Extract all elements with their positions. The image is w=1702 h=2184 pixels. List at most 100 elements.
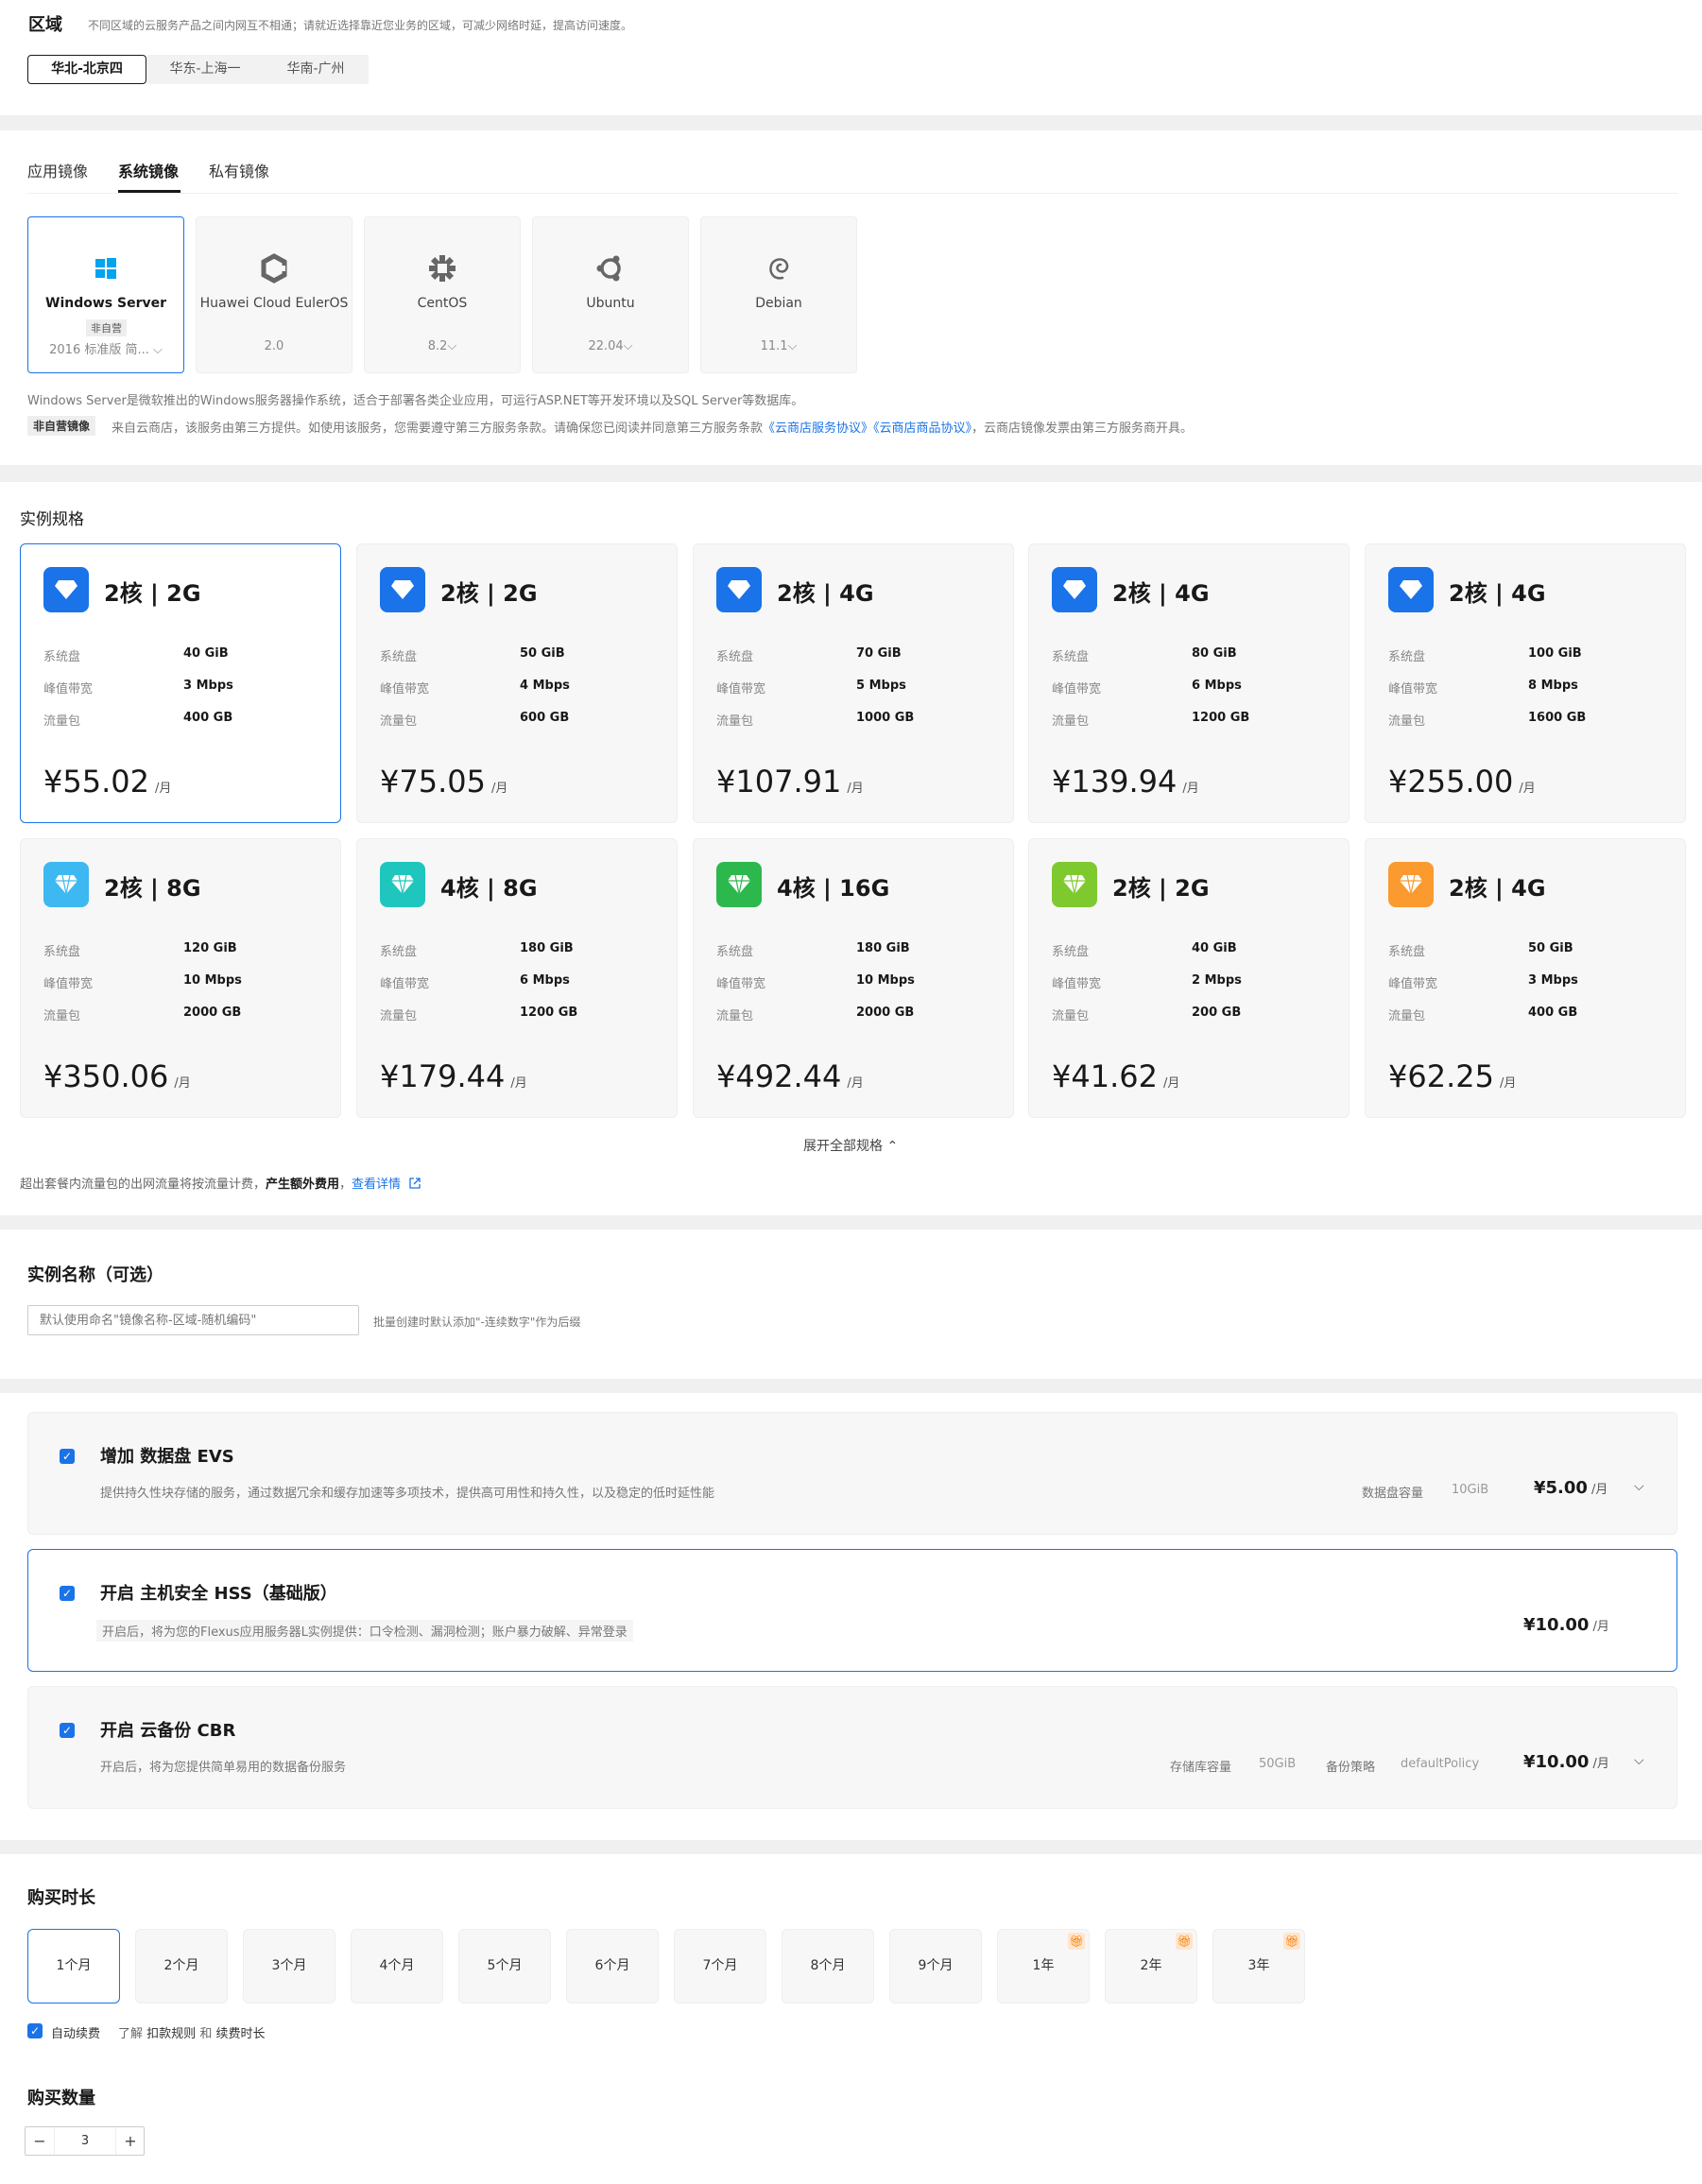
view-details-link[interactable]: 查看详情 [352, 1178, 401, 1192]
spec-value: 10 Mbps [856, 973, 915, 988]
os-version-select[interactable]: 22.04⌵ [533, 339, 688, 353]
learn-text: 了解 [118, 2027, 144, 2041]
price-value: ¥75.05 [380, 764, 486, 800]
os-version-select[interactable]: 8.2⌵ [365, 339, 520, 353]
os-version-select[interactable]: 2016 标准版 简... ⌵ [28, 339, 183, 357]
instance-name-input[interactable] [27, 1305, 359, 1335]
chevron-down-icon[interactable]: ⌵ [1634, 1753, 1644, 1768]
duration-option[interactable]: 3年 🎁︎ [1212, 1929, 1305, 2003]
spec-card[interactable]: 2核 | 4G 系统盘 80 GiB 峰值带宽 6 Mbps 流量包 1200 GB ¥139… [1028, 543, 1350, 823]
traffic-footnote: 超出套餐内流量包的出网流量将按流量计费，产生额外费用，查看详情 [20, 1174, 421, 1192]
addon-cbr[interactable]: ✓ 开启 云备份 CBR 开启后，将为您提供简单易用的数据备份服务 存储库容量 … [27, 1686, 1677, 1809]
duration-label: 3个月 [271, 1958, 307, 1973]
spec-label: 峰值带宽 [380, 682, 430, 696]
spec-card[interactable]: 2核 | 4G 系统盘 100 GiB 峰值带宽 8 Mbps 流量包 1600 GB ¥25… [1365, 543, 1686, 823]
spec-card[interactable]: 2核 | 8G 系统盘 120 GiB 峰值带宽 10 Mbps 流量包 2000 GB ¥3… [20, 838, 341, 1118]
os-card-euleros[interactable]: Huawei Cloud EulerOS 2.0 [196, 216, 352, 373]
spec-card[interactable]: 4核 | 16G 系统盘 180 GiB 峰值带宽 10 Mbps 流量包 2000 GB ¥… [693, 838, 1014, 1118]
os-name: Ubuntu [586, 296, 635, 311]
spec-value: 50 GiB [520, 646, 565, 661]
spec-value: 10 Mbps [183, 973, 242, 988]
spec-title: 2核 | 2G [104, 580, 201, 607]
external-link-icon[interactable] [408, 1177, 421, 1190]
os-card-windows[interactable]: Windows Server 非自营 2016 标准版 简... ⌵ [27, 216, 184, 373]
duration-label: 2年 [1140, 1958, 1162, 1973]
spec-title: 4核 | 16G [777, 875, 890, 902]
marketplace-product-agreement-link[interactable]: 《云商店商品协议》 [873, 421, 971, 436]
addon-meta-label: 存储库容量 [1170, 1761, 1232, 1775]
name-panel [0, 1230, 1702, 1379]
duration-label: 8个月 [810, 1958, 846, 1973]
spec-price: ¥62.25/月 [1388, 1058, 1516, 1094]
spec-title: 2核 | 4G [1112, 580, 1210, 607]
addon-meta-value: 10GiB [1452, 1483, 1489, 1497]
price-value: ¥255.00 [1388, 764, 1514, 800]
os-card-debian[interactable]: Debian 11.1⌵ [700, 216, 857, 373]
os-name: Debian [755, 296, 802, 311]
increment-button[interactable]: + [116, 2127, 145, 2155]
renew-duration-link[interactable]: 续费时长 [215, 2027, 265, 2041]
spec-value: 200 GB [1192, 1006, 1242, 1020]
duration-option[interactable]: 4个月 [351, 1929, 443, 2003]
tab-private-image[interactable]: 私有镜像 [209, 159, 269, 181]
addon-desc: 开启后，将为您提供简单易用的数据备份服务 [100, 1761, 347, 1775]
spec-card[interactable]: 2核 | 4G 系统盘 70 GiB 峰值带宽 5 Mbps 流量包 1000 GB ¥107… [693, 543, 1014, 823]
duration-label: 5个月 [487, 1958, 523, 1973]
spec-card[interactable]: 2核 | 2G 系统盘 40 GiB 峰值带宽 3 Mbps 流量包 400 GB ¥55.0… [20, 543, 341, 823]
tab-app-image[interactable]: 应用镜像 [27, 159, 88, 181]
third-party-notice: 来自云商店，该服务由第三方提供。如使用该服务，您需要遵守第三方服务条款。请确保您… [112, 418, 1193, 436]
auto-renew-checkbox[interactable]: ✓ [27, 2023, 43, 2038]
os-card-centos[interactable]: CentOS 8.2⌵ [364, 216, 521, 373]
spec-label: 系统盘 [43, 650, 81, 664]
marketplace-service-agreement-link[interactable]: 《云商店服务协议》 [763, 421, 873, 436]
duration-option[interactable]: 7个月 [674, 1929, 766, 2003]
duration-option[interactable]: 1个月 [27, 1929, 120, 2003]
os-card-ubuntu[interactable]: Ubuntu 22.04⌵ [532, 216, 689, 373]
evs-checkbox[interactable]: ✓ [60, 1449, 75, 1464]
addon-desc: 提供持久性块存储的服务，通过数据冗余和缓存加速等多项技术，提供高可用性和持久性，… [100, 1487, 715, 1501]
spec-card[interactable]: 2核 | 2G 系统盘 40 GiB 峰值带宽 2 Mbps 流量包 200 GB ¥41.6… [1028, 838, 1350, 1118]
region-option-beijing4[interactable]: 华北-北京四 [27, 55, 146, 84]
duration-option[interactable]: 2个月 [135, 1929, 228, 2003]
price-unit: /月 [174, 1076, 191, 1091]
spec-card[interactable]: 4核 | 8G 系统盘 180 GiB 峰值带宽 6 Mbps 流量包 1200 GB ¥17… [356, 838, 678, 1118]
addon-title: 开启 云备份 CBR [100, 1721, 236, 1741]
cbr-checkbox[interactable]: ✓ [60, 1723, 75, 1738]
duration-option[interactable]: 1年 🎁︎ [997, 1929, 1090, 2003]
duration-option[interactable]: 6个月 [566, 1929, 659, 2003]
billing-rule-link[interactable]: 扣款规则 [146, 2027, 196, 2041]
price-value: ¥10.00 [1523, 1752, 1590, 1772]
price-value: ¥179.44 [380, 1058, 506, 1094]
duration-option[interactable]: 2年 🎁︎ [1105, 1929, 1197, 2003]
duration-option[interactable]: 8个月 [782, 1929, 874, 2003]
addon-hss[interactable]: ✓ 开启 主机安全 HSS（基础版） 开启后，将为您的Flexus应用服务器L实… [27, 1549, 1677, 1672]
spec-card[interactable]: 2核 | 2G 系统盘 50 GiB 峰值带宽 4 Mbps 流量包 600 GB ¥75.0… [356, 543, 678, 823]
quantity-input[interactable]: 3 [54, 2127, 116, 2155]
duration-option[interactable]: 5个月 [458, 1929, 551, 2003]
expand-all-specs-button[interactable]: 展开全部规格 ⌃ [803, 1136, 898, 1155]
spec-value: 1200 GB [520, 1006, 578, 1020]
spec-label: 系统盘 [716, 945, 754, 959]
addon-evs[interactable]: ✓ 增加 数据盘 EVS 提供持久性块存储的服务，通过数据冗余和缓存加速等多项技… [27, 1412, 1677, 1535]
tab-active-indicator [118, 190, 181, 193]
spec-label: 系统盘 [1388, 650, 1426, 664]
decrement-button[interactable]: − [26, 2127, 54, 2155]
chevron-down-icon[interactable]: ⌵ [1634, 1479, 1644, 1494]
spec-title: 4核 | 8G [440, 875, 538, 902]
footnote-text: 超出套餐内流量包的出网流量将按流量计费， [20, 1178, 266, 1192]
duration-option[interactable]: 9个月 [889, 1929, 982, 2003]
duration-option[interactable]: 3个月 [243, 1929, 335, 2003]
quantity-stepper: − 3 + [25, 2126, 145, 2156]
tab-system-image[interactable]: 系统镜像 [118, 159, 179, 181]
region-option-shanghai1[interactable]: 华东-上海一 [147, 55, 263, 84]
gift-icon: 🎁︎ [1176, 1933, 1193, 1950]
spec-price: ¥139.94/月 [1052, 764, 1199, 800]
region-option-guangzhou[interactable]: 华南-广州 [263, 55, 369, 84]
diamond-icon [1388, 567, 1434, 612]
spec-value: 40 GiB [1192, 941, 1237, 955]
os-version-select[interactable]: 11.1⌵ [701, 339, 856, 353]
addon-desc: 开启后，将为您的Flexus应用服务器L实例提供：口令检测、漏洞检测；账户暴力破… [96, 1620, 633, 1642]
spec-value: 600 GB [520, 711, 570, 725]
hss-checkbox[interactable]: ✓ [60, 1586, 75, 1601]
spec-card[interactable]: 2核 | 4G 系统盘 50 GiB 峰值带宽 3 Mbps 流量包 400 GB ¥62.2… [1365, 838, 1686, 1118]
